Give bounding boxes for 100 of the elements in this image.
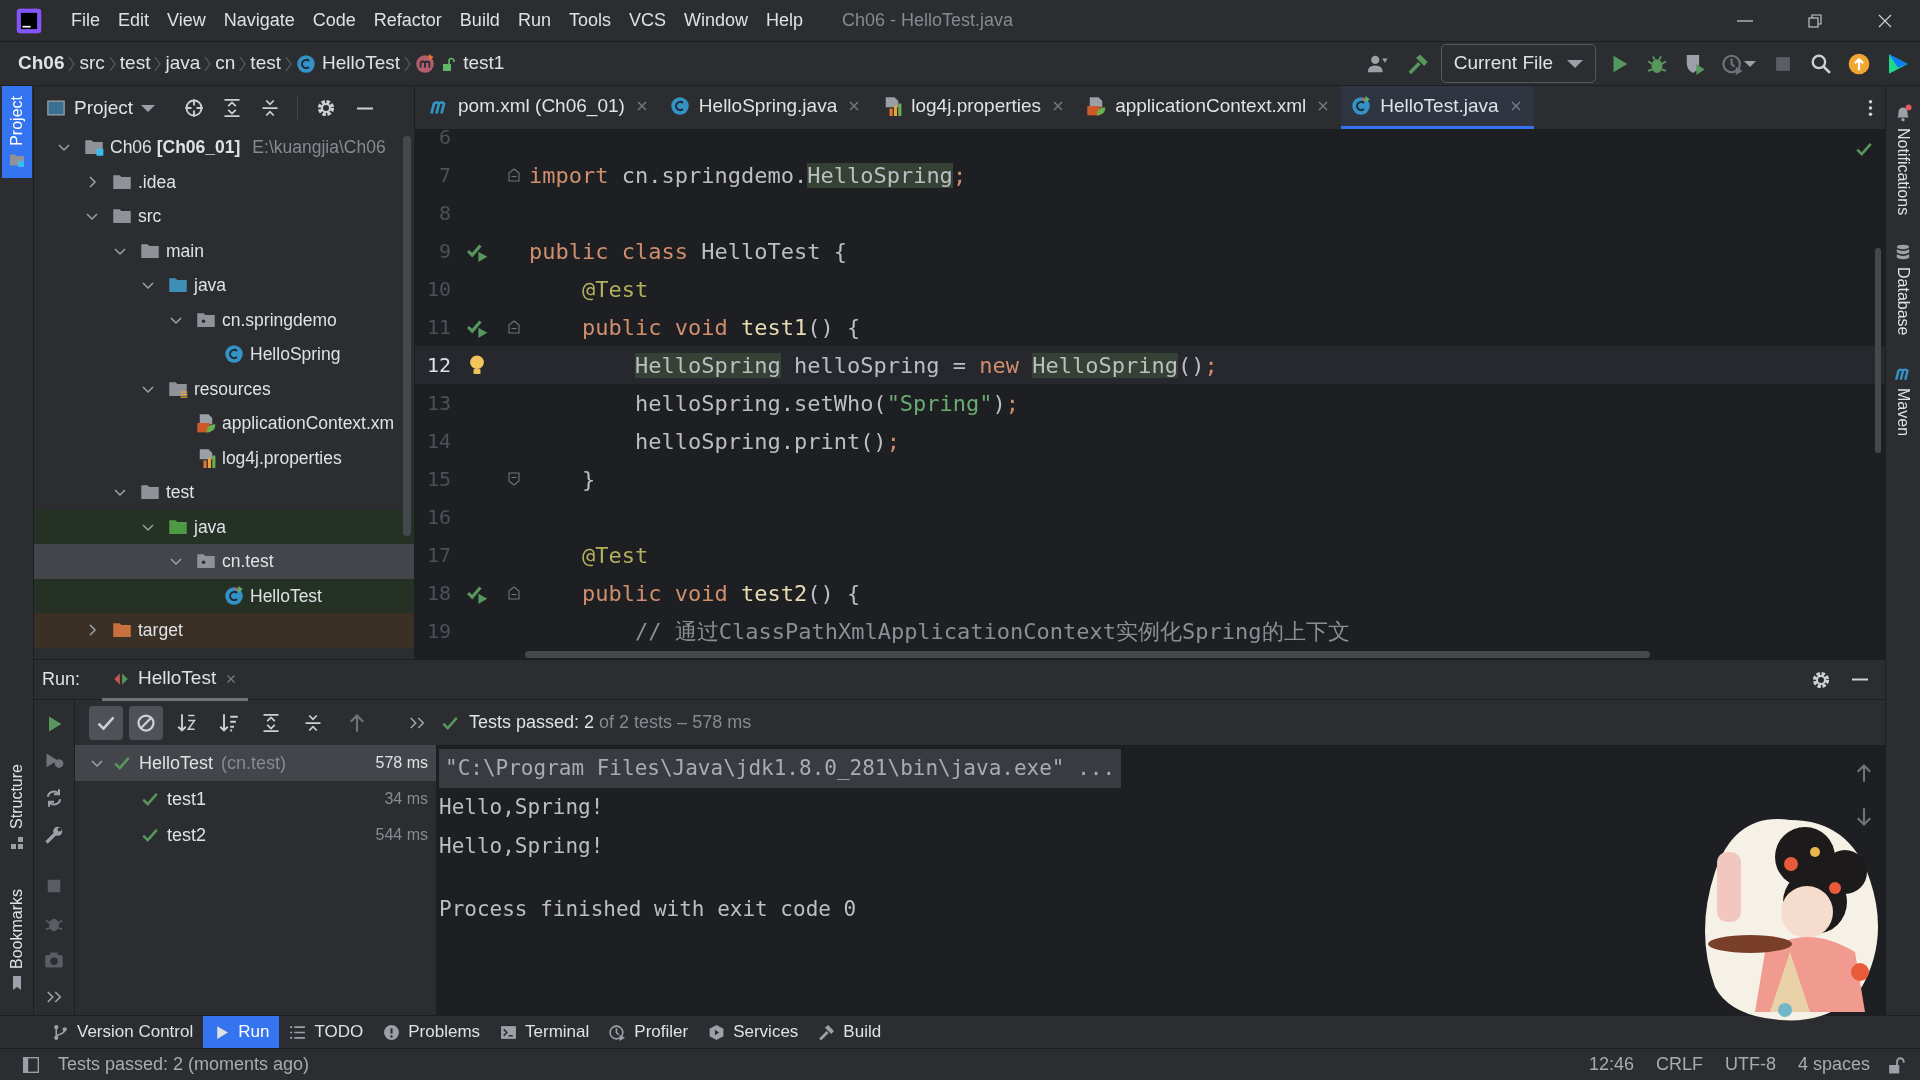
test-class-icon bbox=[224, 585, 244, 606]
run-tab[interactable]: HelloTest bbox=[102, 658, 249, 701]
tool-window-button[interactable]: Terminal bbox=[490, 1016, 600, 1048]
tool-window-button[interactable]: Structure bbox=[1, 754, 32, 861]
tree-item[interactable]: main bbox=[34, 233, 414, 268]
breadcrumb[interactable]: HelloTest bbox=[292, 49, 405, 78]
status-item[interactable]: CRLF bbox=[1647, 1051, 1711, 1078]
caret-icon bbox=[141, 104, 156, 112]
tool-window-button[interactable]: Run bbox=[203, 1016, 280, 1048]
tool-window-button[interactable]: Version Control bbox=[42, 1016, 204, 1048]
fold-icon[interactable] bbox=[506, 167, 522, 183]
menu-item[interactable]: Code bbox=[303, 5, 365, 36]
menu-item[interactable]: Help bbox=[757, 5, 813, 36]
tree-item[interactable]: src bbox=[34, 199, 414, 234]
fold-icon[interactable] bbox=[506, 319, 522, 335]
menu-item[interactable]: Tools bbox=[559, 5, 620, 36]
settings-icon bbox=[1811, 669, 1831, 690]
up-arrow-icon bbox=[1854, 763, 1874, 783]
scrollbar[interactable] bbox=[1875, 248, 1881, 453]
tree-item[interactable]: target bbox=[34, 613, 414, 648]
menu-item[interactable]: Navigate bbox=[214, 5, 304, 36]
menu-item[interactable]: Edit bbox=[109, 5, 159, 36]
tree-item[interactable]: java bbox=[34, 268, 414, 303]
code-line: import cn.springdemo.HelloSpring; bbox=[528, 161, 967, 190]
console-output: Hello,Spring! bbox=[439, 833, 604, 860]
tree-item[interactable]: cn.test bbox=[34, 544, 414, 579]
tool-window-button[interactable]: Bookmarks bbox=[1, 878, 32, 1001]
breadcrumb[interactable]: Ch06 bbox=[14, 49, 69, 78]
tree-item[interactable]: resources bbox=[34, 371, 414, 406]
duration-text: 34 ms bbox=[384, 789, 428, 809]
console-output: Hello,Spring! bbox=[439, 794, 604, 821]
tree-item[interactable]: log4j.properties bbox=[34, 440, 414, 475]
menu-item[interactable]: Refactor bbox=[364, 5, 451, 36]
test-class-icon bbox=[1351, 96, 1372, 116]
panel-title-dropdown[interactable]: Project bbox=[42, 91, 160, 125]
line-number: 12 bbox=[425, 352, 451, 379]
breadcrumb[interactable]: test bbox=[115, 49, 155, 78]
window-title: Ch06 - HelloTest.java bbox=[842, 9, 1014, 32]
menu-item[interactable]: File bbox=[62, 5, 109, 36]
terminal-icon bbox=[500, 1023, 518, 1041]
editor-tab[interactable]: HelloTest.java bbox=[1341, 86, 1534, 129]
code-line: // 通过ClassPathXmlApplicationContext实例化Spring的上下文 bbox=[633, 617, 1350, 646]
code-line: helloSpring.print(); bbox=[633, 427, 900, 456]
menu-item[interactable]: Run bbox=[508, 5, 560, 36]
breadcrumb[interactable]: cn bbox=[211, 49, 240, 78]
menu-item[interactable]: Window bbox=[674, 5, 757, 36]
breadcrumb[interactable]: java bbox=[161, 49, 205, 78]
editor-tab[interactable]: HelloSpring.java bbox=[659, 86, 873, 129]
editor-tab[interactable]: pom.xml (Ch06_01) bbox=[419, 86, 660, 129]
separator-icon bbox=[154, 54, 162, 73]
editor-tab[interactable]: log4j.properties bbox=[872, 86, 1077, 129]
menu-item[interactable]: VCS bbox=[619, 5, 675, 36]
minimize-icon bbox=[356, 106, 375, 110]
test-tree-item[interactable]: test1 34 ms bbox=[75, 781, 436, 817]
scrollbar[interactable] bbox=[403, 136, 411, 536]
status-item[interactable]: UTF-8 bbox=[1716, 1051, 1784, 1078]
tree-item[interactable]: .idea bbox=[34, 164, 414, 199]
structure-icon bbox=[8, 834, 25, 851]
up-arrow-icon bbox=[347, 712, 367, 733]
tool-window-button[interactable]: Build bbox=[808, 1016, 892, 1048]
xml-file-icon bbox=[196, 413, 216, 434]
wrench-icon bbox=[44, 825, 64, 845]
test-tree-item[interactable]: test2 544 ms bbox=[75, 817, 436, 853]
services-icon bbox=[708, 1023, 726, 1041]
show-passed-toggle[interactable] bbox=[89, 705, 123, 740]
menu-item[interactable]: View bbox=[158, 5, 215, 36]
status-item[interactable]: 12:46 bbox=[1580, 1051, 1642, 1078]
tree-item[interactable]: HelloTest bbox=[34, 578, 414, 613]
fold-icon[interactable] bbox=[506, 585, 522, 601]
tool-window-button[interactable]: Services bbox=[698, 1016, 809, 1048]
tree-item[interactable]: Ch06 [Ch06_01] E:\kuangjia\Ch06 bbox=[34, 130, 414, 165]
tool-window-button[interactable]: Database bbox=[1888, 239, 1918, 340]
tool-window-button[interactable]: Profiler bbox=[599, 1016, 699, 1048]
tool-window-button[interactable]: Project bbox=[1, 86, 32, 178]
fold-icon[interactable] bbox=[506, 471, 522, 487]
branch-icon bbox=[52, 1023, 69, 1041]
tree-item[interactable]: java bbox=[34, 509, 414, 544]
down-arrow-icon bbox=[1854, 807, 1874, 827]
breadcrumb[interactable]: src bbox=[75, 49, 109, 78]
tool-window-button[interactable]: Problems bbox=[373, 1016, 491, 1048]
test-tree-item[interactable]: HelloTest (cn.test) 578 ms bbox=[75, 745, 436, 781]
panel-icon bbox=[46, 98, 66, 118]
breadcrumb[interactable]: test bbox=[246, 49, 285, 78]
code-line: public class HelloTest { bbox=[528, 237, 847, 266]
menu-item[interactable]: Build bbox=[450, 5, 509, 36]
tool-window-button[interactable]: TODO bbox=[279, 1016, 374, 1048]
tool-window-button[interactable]: Maven bbox=[1888, 359, 1918, 440]
status-item[interactable]: 4 spaces bbox=[1789, 1051, 1878, 1078]
clock-icon bbox=[1722, 52, 1744, 75]
run-config-dropdown[interactable]: Current File bbox=[1440, 44, 1596, 83]
tree-item[interactable]: test bbox=[34, 475, 414, 510]
show-ignored-toggle[interactable] bbox=[129, 705, 163, 740]
scrollbar[interactable] bbox=[525, 651, 1650, 658]
breadcrumb[interactable]: test1 bbox=[411, 49, 509, 78]
tree-item[interactable]: cn.springdemo bbox=[34, 302, 414, 337]
duration-text: 578 ms bbox=[375, 753, 428, 773]
hammer-icon bbox=[1406, 52, 1429, 75]
collapse-icon bbox=[260, 98, 281, 118]
tool-window-button[interactable]: Notifications bbox=[1888, 100, 1918, 220]
editor-tab[interactable]: applicationContext.xml bbox=[1076, 86, 1342, 129]
